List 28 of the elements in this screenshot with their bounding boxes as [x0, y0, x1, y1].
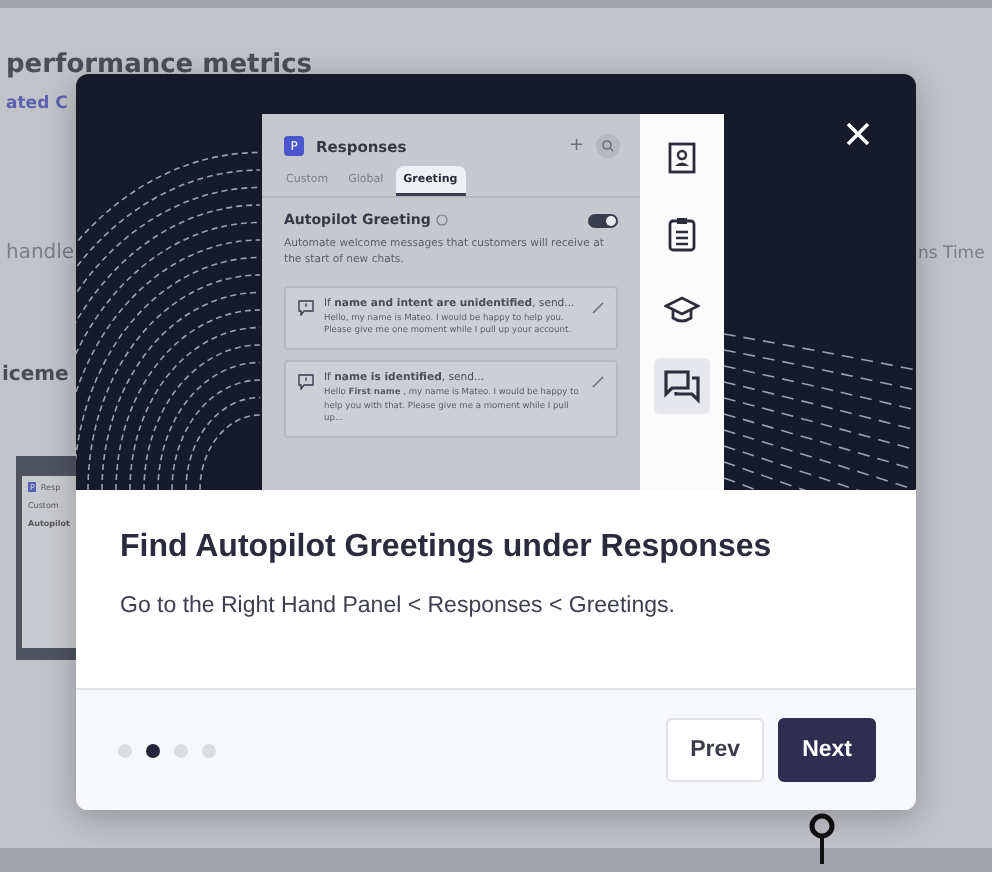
page-link[interactable]: ated C	[6, 94, 68, 114]
clipboard-icon	[666, 216, 698, 252]
close-icon[interactable]	[846, 122, 870, 146]
add-button[interactable]: +	[568, 136, 584, 156]
chat-icon	[664, 369, 700, 403]
column-label: handle	[6, 242, 75, 264]
pencil-icon[interactable]	[592, 301, 604, 314]
page-heading: performance metrics	[6, 50, 313, 80]
help-icon	[436, 214, 449, 226]
toggle-switch[interactable]	[588, 213, 618, 227]
prev-button[interactable]: Prev	[666, 718, 765, 782]
message-icon	[298, 374, 314, 391]
message-icon	[298, 299, 314, 316]
step-dot[interactable]	[118, 743, 132, 757]
contact-card-icon	[666, 142, 698, 174]
step-dot[interactable]	[174, 743, 188, 757]
next-button[interactable]: Next	[778, 718, 876, 782]
step-dot[interactable]	[146, 743, 160, 757]
rail-button[interactable]	[654, 358, 710, 414]
dialog-text: Go to the Right Hand Panel < Responses < Greetings.	[120, 594, 677, 618]
column-label: ns Time	[918, 244, 985, 264]
search-icon[interactable]	[596, 134, 620, 158]
section-heading: iceme	[2, 364, 69, 386]
ring-marker-icon	[808, 812, 836, 864]
dialog-title: Find Autopilot Greetings under Responses	[120, 530, 774, 566]
pencil-icon[interactable]	[592, 376, 604, 389]
step-dot[interactable]	[202, 743, 216, 757]
graduation-cap-icon	[664, 296, 700, 324]
